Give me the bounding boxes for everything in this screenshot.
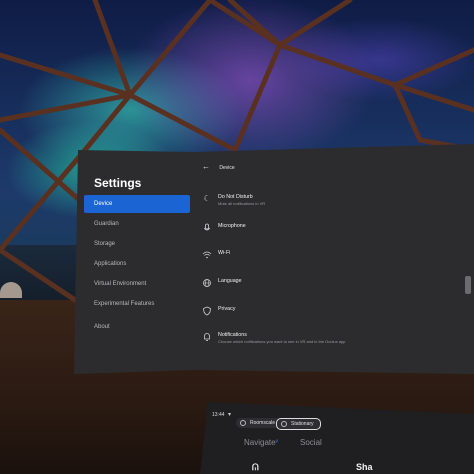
- microphone-icon: [202, 223, 212, 233]
- setting-description: Mute all notifications in VR: [218, 201, 266, 206]
- tab-navigate[interactable]: Navigateβ: [244, 438, 278, 447]
- content-title: Device: [219, 165, 235, 171]
- setting-label: Language: [218, 278, 242, 284]
- setting-row-microphone[interactable]: Microphone: [202, 223, 452, 245]
- roomscale-label: Roomscale: [250, 420, 276, 426]
- sidebar-item-virtual-environment[interactable]: Virtual Environment: [84, 275, 190, 293]
- back-arrow-icon[interactable]: ←: [202, 162, 210, 171]
- quick-action-icon[interactable]: ᕬ: [252, 462, 259, 473]
- setting-row-privacy[interactable]: Privacy: [202, 306, 452, 328]
- content-header: ← Device: [202, 162, 235, 171]
- setting-description: Choose which notifications you want to s…: [218, 339, 346, 344]
- shield-icon: [202, 306, 212, 316]
- tab-navigate-label: Navigate: [244, 438, 276, 447]
- setting-row-language[interactable]: Language: [202, 278, 452, 300]
- share-label[interactable]: Sha: [356, 462, 373, 472]
- wifi-status-icon: ▾: [228, 412, 232, 418]
- universal-menu-content: 13:44 ▾ Roomscale Stationary Navigateβ S…: [200, 402, 474, 474]
- stationary-icon: [281, 421, 287, 427]
- settings-sidebar: Settings Device Guardian Storage Applica…: [74, 144, 194, 374]
- panel-resize-handle[interactable]: [465, 276, 471, 294]
- beta-badge: β: [275, 438, 278, 443]
- roomscale-icon: [240, 420, 246, 426]
- sidebar-item-device[interactable]: Device: [84, 195, 190, 213]
- bell-icon: [202, 332, 212, 342]
- sidebar-item-storage[interactable]: Storage: [84, 235, 190, 253]
- tab-social[interactable]: Social: [300, 438, 322, 447]
- globe-icon: [202, 278, 212, 288]
- setting-label: Privacy: [218, 306, 236, 312]
- stationary-toggle[interactable]: Stationary: [276, 418, 321, 430]
- clock: 13:44: [212, 412, 225, 418]
- stationary-label: Stationary: [291, 421, 314, 427]
- page-title: Settings: [94, 176, 142, 190]
- setting-row-do-not-disturb[interactable]: ☾ Do Not Disturb Mute all notifications …: [202, 194, 452, 216]
- setting-label: Do Not Disturb: [218, 194, 253, 200]
- roomscale-toggle[interactable]: Roomscale: [236, 418, 282, 428]
- setting-row-notifications[interactable]: Notifications Choose which notifications…: [202, 332, 452, 354]
- setting-label: Wi-Fi: [218, 250, 231, 256]
- setting-label: Notifications: [218, 332, 247, 338]
- setting-row-wifi[interactable]: Wi-Fi: [202, 250, 452, 272]
- moon-icon: ☾: [203, 194, 211, 203]
- sidebar-item-experimental-features[interactable]: Experimental Features: [84, 295, 190, 313]
- sidebar-item-about[interactable]: About: [84, 318, 190, 336]
- setting-label: Microphone: [218, 223, 246, 229]
- sidebar-item-applications[interactable]: Applications: [84, 255, 190, 273]
- wifi-icon: [202, 250, 212, 260]
- device-settings-content: ← Device ☾ Do Not Disturb Mute all notif…: [194, 150, 464, 370]
- sidebar-item-guardian[interactable]: Guardian: [84, 215, 190, 233]
